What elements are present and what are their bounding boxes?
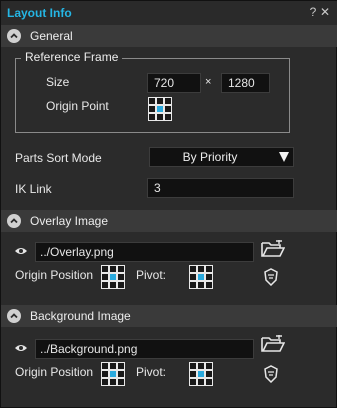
section-title-background-image: Background Image [30, 309, 131, 323]
parts-sort-mode-value: By Priority [182, 150, 238, 164]
origin-point-grid[interactable] [148, 97, 172, 121]
overlay-path-input[interactable]: ../Overlay.png [35, 242, 254, 262]
help-icon[interactable]: ? [307, 5, 319, 19]
close-icon[interactable]: ✕ [319, 5, 331, 19]
size-label: Size [46, 75, 70, 89]
collapse-icon[interactable] [7, 29, 21, 43]
parts-sort-mode-label: Parts Sort Mode [15, 151, 102, 165]
overlay-origin-position-label: Origin Position [15, 268, 94, 282]
section-header-overlay-image[interactable]: Overlay Image [1, 210, 337, 232]
reference-frame-legend: Reference Frame [21, 50, 123, 64]
section-title-overlay-image: Overlay Image [30, 214, 109, 228]
window-title: Layout Info [7, 6, 72, 20]
title-bar: Layout Info ? ✕ [1, 1, 337, 25]
layout-info-panel: Layout Info ? ✕ General Reference Frame … [0, 0, 337, 408]
section-title-general: General [30, 29, 73, 43]
reset-icon[interactable] [263, 268, 279, 286]
section-header-general[interactable]: General [1, 25, 337, 47]
folder-open-icon[interactable] [261, 335, 285, 353]
eye-icon[interactable] [14, 246, 28, 256]
collapse-icon[interactable] [7, 309, 21, 323]
width-input[interactable]: 720 [147, 73, 201, 93]
reference-frame-group [15, 58, 290, 133]
ik-link-input[interactable]: 3 [147, 178, 294, 198]
background-path-input[interactable]: ../Background.png [35, 339, 254, 359]
dropdown-arrow-icon [279, 152, 289, 162]
background-origin-position-grid[interactable] [101, 362, 125, 386]
eye-icon[interactable] [14, 343, 28, 353]
section-header-background-image[interactable]: Background Image [1, 305, 337, 327]
overlay-origin-position-grid[interactable] [101, 265, 125, 289]
height-input[interactable]: 1280 [221, 73, 270, 93]
origin-point-label: Origin Point [46, 99, 109, 113]
background-pivot-label: Pivot: [136, 365, 167, 379]
folder-open-icon[interactable] [261, 240, 285, 258]
times-sign: × [205, 76, 212, 88]
collapse-icon[interactable] [7, 214, 21, 228]
overlay-pivot-label: Pivot: [136, 268, 167, 282]
background-origin-position-label: Origin Position [15, 365, 94, 379]
ik-link-label: IK Link [15, 182, 52, 196]
overlay-pivot-grid[interactable] [189, 265, 213, 289]
background-pivot-grid[interactable] [189, 362, 213, 386]
parts-sort-mode-dropdown[interactable]: By Priority [149, 147, 294, 167]
reset-icon[interactable] [263, 365, 279, 383]
